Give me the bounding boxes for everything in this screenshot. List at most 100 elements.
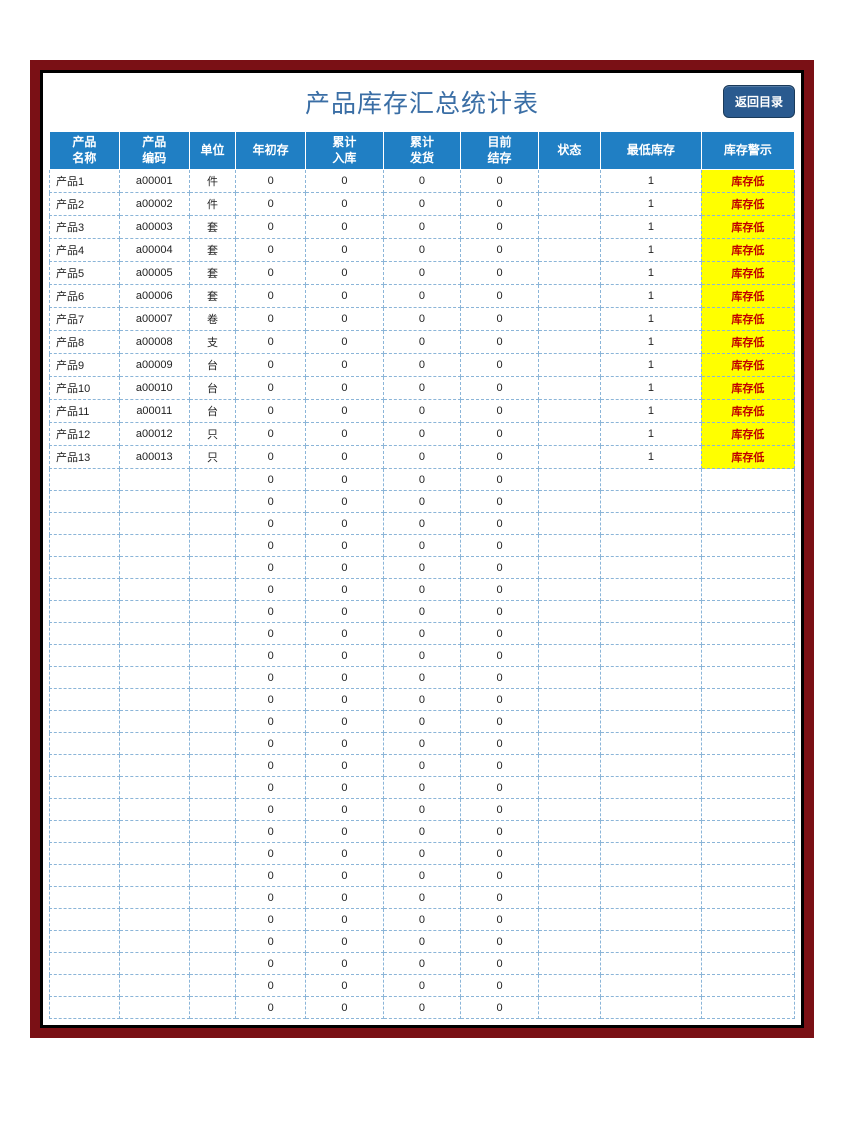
cell-unit [189,821,236,843]
cell-unit [189,799,236,821]
cell-unit [189,931,236,953]
cell-end: 0 [461,799,539,821]
title-bar: 产品库存汇总统计表 返回目录 [49,73,795,131]
cell-status [538,354,600,377]
cell-alert: 库存低 [701,308,794,331]
cell-in: 0 [306,689,384,711]
cell-end: 0 [461,216,539,239]
cell-begin: 0 [236,535,306,557]
cell-unit: 只 [189,446,236,469]
cell-begin: 0 [236,216,306,239]
cell-out: 0 [383,513,461,535]
cell-min: 1 [600,354,701,377]
cell-out: 0 [383,843,461,865]
cell-begin: 0 [236,689,306,711]
cell-code [119,667,189,689]
cell-name [50,843,120,865]
cell-min: 1 [600,377,701,400]
table-row: 0000 [50,645,795,667]
cell-min: 1 [600,400,701,423]
cell-out: 0 [383,733,461,755]
cell-code: a00010 [119,377,189,400]
cell-unit [189,557,236,579]
cell-code [119,469,189,491]
cell-unit [189,843,236,865]
cell-min [600,975,701,997]
cell-code [119,865,189,887]
cell-out: 0 [383,535,461,557]
cell-out: 0 [383,331,461,354]
cell-status [538,491,600,513]
cell-unit [189,997,236,1019]
cell-begin: 0 [236,239,306,262]
cell-begin: 0 [236,975,306,997]
cell-unit [189,909,236,931]
cell-out: 0 [383,799,461,821]
cell-name: 产品12 [50,423,120,446]
col-header-code: 产品编码 [119,132,189,170]
back-button[interactable]: 返回目录 [723,85,795,118]
cell-code [119,645,189,667]
cell-out: 0 [383,865,461,887]
cell-min: 1 [600,331,701,354]
cell-unit: 件 [189,170,236,193]
cell-code [119,997,189,1019]
cell-min [600,953,701,975]
cell-alert [701,843,794,865]
cell-in: 0 [306,755,384,777]
cell-name: 产品3 [50,216,120,239]
cell-end: 0 [461,601,539,623]
cell-status [538,909,600,931]
cell-status [538,513,600,535]
cell-end: 0 [461,975,539,997]
cell-begin: 0 [236,777,306,799]
cell-status [538,170,600,193]
cell-end: 0 [461,777,539,799]
cell-status [538,623,600,645]
cell-in: 0 [306,557,384,579]
cell-end: 0 [461,285,539,308]
cell-code: a00003 [119,216,189,239]
page-title: 产品库存汇总统计表 [305,84,539,120]
cell-end: 0 [461,997,539,1019]
cell-out: 0 [383,557,461,579]
cell-status [538,975,600,997]
inventory-table: 产品名称 产品编码 单位 年初存 累计入库 累计发货 目前结存 状态 最低库存 … [49,131,795,1019]
cell-unit: 卷 [189,308,236,331]
cell-end: 0 [461,909,539,931]
cell-status [538,997,600,1019]
cell-alert: 库存低 [701,239,794,262]
cell-in: 0 [306,354,384,377]
cell-name [50,931,120,953]
cell-begin: 0 [236,513,306,535]
cell-alert: 库存低 [701,331,794,354]
cell-alert [701,513,794,535]
cell-begin: 0 [236,377,306,400]
table-row: 产品6a00006套00001库存低 [50,285,795,308]
cell-min [600,733,701,755]
cell-alert [701,799,794,821]
col-header-in: 累计入库 [306,132,384,170]
cell-in: 0 [306,953,384,975]
table-row: 0000 [50,755,795,777]
cell-alert [701,535,794,557]
col-header-begin: 年初存 [236,132,306,170]
table-row: 0000 [50,821,795,843]
cell-min [600,997,701,1019]
cell-min: 1 [600,285,701,308]
cell-min [600,601,701,623]
cell-out: 0 [383,821,461,843]
cell-unit [189,865,236,887]
cell-alert [701,645,794,667]
cell-in: 0 [306,799,384,821]
cell-name [50,491,120,513]
cell-code [119,733,189,755]
cell-alert: 库存低 [701,262,794,285]
cell-in: 0 [306,423,384,446]
cell-min [600,777,701,799]
cell-unit [189,667,236,689]
cell-alert: 库存低 [701,423,794,446]
table-row: 0000 [50,623,795,645]
cell-name [50,711,120,733]
cell-begin: 0 [236,601,306,623]
